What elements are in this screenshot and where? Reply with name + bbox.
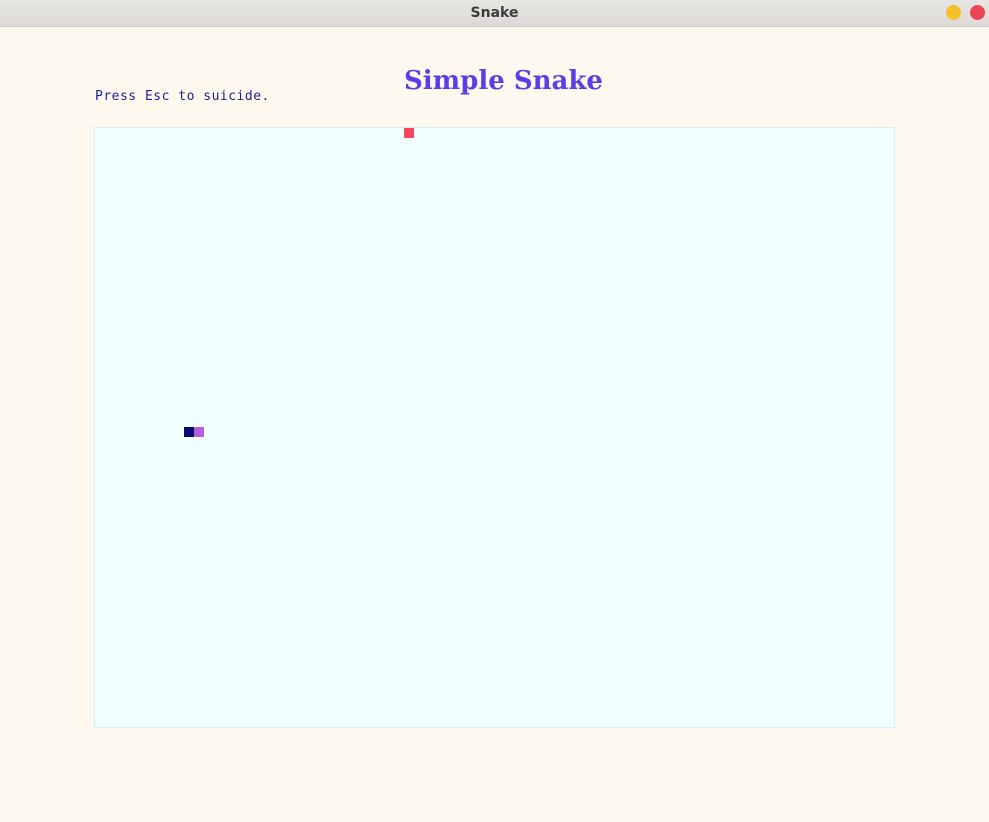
window-title: Snake [470,5,519,21]
snake-body-segment [194,427,204,437]
minimize-icon[interactable] [946,5,961,20]
close-icon[interactable] [970,5,985,20]
game-window: Snake Press Esc to suicide. Simple Snake [0,0,989,822]
esc-hint: Press Esc to suicide. [95,89,270,104]
food-pellet [404,128,414,138]
title-bar: Snake [0,0,989,27]
snake-head [184,427,194,437]
game-board[interactable] [94,127,895,728]
game-title: Simple Snake [404,66,603,96]
